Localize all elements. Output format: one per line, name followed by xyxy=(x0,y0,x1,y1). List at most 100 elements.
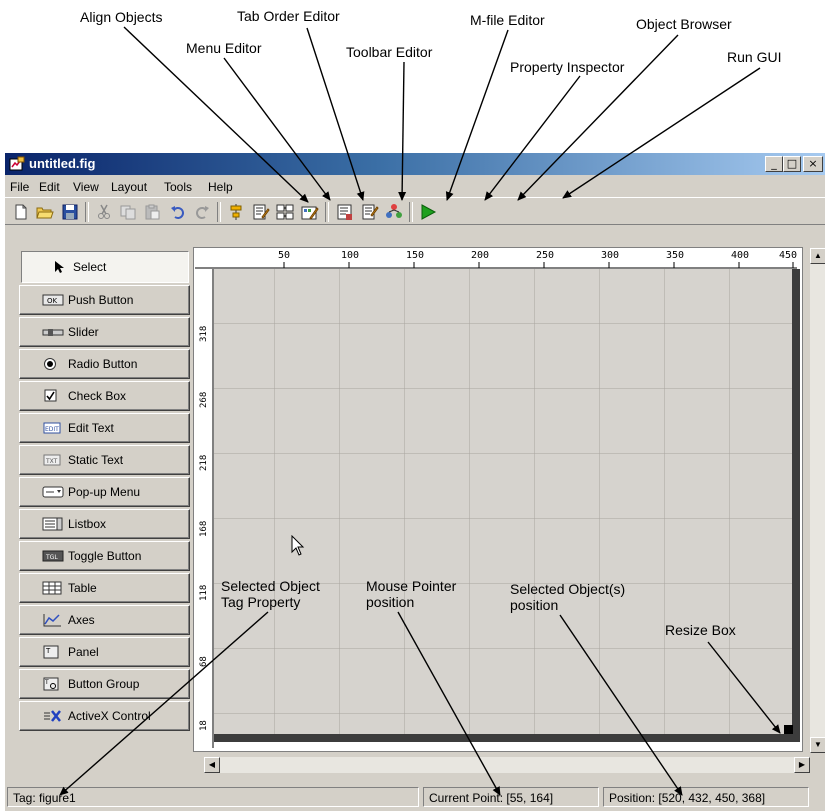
close-button[interactable]: × xyxy=(803,156,823,172)
palette-label: Button Group xyxy=(68,677,140,691)
ruler-tick: 300 xyxy=(601,250,620,261)
run-gui-icon[interactable] xyxy=(419,203,437,221)
ruler-tick: 450 xyxy=(779,250,798,261)
ruler-horizontal: 50 100 150 200 250 300 350 400 450 xyxy=(195,248,797,269)
menu-edit[interactable]: Edit xyxy=(39,180,60,194)
status-tag: Tag: figure1 xyxy=(7,787,419,807)
maximize-button[interactable]: □ xyxy=(783,156,801,172)
palette-label: Axes xyxy=(68,613,95,627)
ruler-tick: 18 xyxy=(199,720,209,731)
layout-grid[interactable] xyxy=(214,269,800,742)
tab-order-editor-icon[interactable] xyxy=(276,203,294,221)
ruler-tick: 268 xyxy=(199,391,209,408)
menu-view[interactable]: View xyxy=(73,180,99,194)
toolbar-separator xyxy=(85,202,89,222)
palette-label: Pop-up Menu xyxy=(68,485,141,499)
callout-resize-box: Resize Box xyxy=(665,622,736,638)
minimize-button[interactable]: _ xyxy=(765,156,783,172)
callout-mfile-editor: M-file Editor xyxy=(470,12,545,28)
save-icon[interactable] xyxy=(61,203,79,221)
undo-icon[interactable] xyxy=(169,203,187,221)
ruler-tick: 318 xyxy=(199,325,209,342)
toolbar-separator xyxy=(325,202,329,222)
ruler-tick: 68 xyxy=(199,656,209,667)
scroll-down-icon[interactable]: ▼ xyxy=(810,737,825,753)
new-icon[interactable] xyxy=(12,203,30,221)
panel-icon: T xyxy=(42,645,64,659)
palette-select-tool[interactable]: Select xyxy=(21,251,189,283)
palette-label: Toggle Button xyxy=(68,549,142,563)
select-label: Select xyxy=(73,260,107,274)
object-browser-icon[interactable] xyxy=(385,203,403,221)
menu-editor-icon[interactable] xyxy=(252,203,270,221)
palette-slider[interactable]: Slider xyxy=(19,317,190,347)
toolbar-editor-icon[interactable] xyxy=(301,203,319,221)
svg-text:EDIT: EDIT xyxy=(45,426,59,433)
palette-listbox[interactable]: Listbox xyxy=(19,509,190,539)
callout-menu-editor: Menu Editor xyxy=(186,40,262,56)
ruler-vertical: 318 268 218 168 118 68 18 xyxy=(195,269,214,748)
listbox-icon xyxy=(42,517,64,531)
menu-file[interactable]: File xyxy=(10,180,29,194)
palette-label: Push Button xyxy=(68,293,134,307)
scroll-right-icon[interactable]: ▶ xyxy=(794,757,810,773)
menu-help[interactable]: Help xyxy=(208,180,233,194)
toolbar-separator xyxy=(409,202,413,222)
ruler-tick: 100 xyxy=(341,250,360,261)
palette-label: Static Text xyxy=(68,453,124,467)
palette-label: Edit Text xyxy=(68,421,114,435)
mouse-pointer-icon xyxy=(291,534,307,562)
palette-static-text[interactable]: TXT Static Text xyxy=(19,445,190,475)
ruler-tick: 200 xyxy=(471,250,490,261)
palette-label: Listbox xyxy=(68,517,107,531)
guide-window: untitled.fig _ □ × File Edit View Layout… xyxy=(5,153,825,811)
check-box-icon xyxy=(42,389,64,403)
title-bar[interactable]: untitled.fig _ □ × xyxy=(5,153,825,175)
ruler-tick: 118 xyxy=(199,584,209,601)
menu-tools[interactable]: Tools xyxy=(164,180,192,194)
scroll-up-icon[interactable]: ▲ xyxy=(810,248,825,264)
mfile-editor-icon[interactable] xyxy=(336,203,354,221)
svg-text:OK: OK xyxy=(47,297,58,305)
palette-button-group[interactable]: T Button Group xyxy=(19,669,190,699)
palette-radio-button[interactable]: Radio Button xyxy=(19,349,190,379)
palette-label: Radio Button xyxy=(68,357,138,371)
palette-edit-text[interactable]: EDIT Edit Text xyxy=(19,413,190,443)
ruler-tick: 250 xyxy=(536,250,555,261)
callout-run-gui: Run GUI xyxy=(727,49,782,65)
vertical-scrollbar[interactable]: ▲ ▼ xyxy=(810,248,825,753)
cut-icon[interactable] xyxy=(95,203,113,221)
resize-box[interactable] xyxy=(784,725,793,734)
callout-selected-object-tag-2: Tag Property xyxy=(221,594,301,610)
edit-text-icon: EDIT xyxy=(42,421,64,435)
align-objects-icon[interactable] xyxy=(227,203,245,221)
menu-layout[interactable]: Layout xyxy=(111,180,147,194)
button-group-icon: T xyxy=(42,677,64,691)
palette-table[interactable]: Table xyxy=(19,573,190,603)
open-icon[interactable] xyxy=(36,203,54,221)
palette-label: Check Box xyxy=(68,389,127,403)
window-title: untitled.fig xyxy=(29,156,96,171)
copy-icon[interactable] xyxy=(119,203,137,221)
ruler-tick: 150 xyxy=(406,250,425,261)
palette-check-box[interactable]: Check Box xyxy=(19,381,190,411)
scroll-left-icon[interactable]: ◀ xyxy=(204,757,220,773)
axes-icon xyxy=(42,613,64,627)
status-position: Position: [520, 432, 450, 368] xyxy=(603,787,809,807)
palette-panel[interactable]: T Panel xyxy=(19,637,190,667)
ruler-tick: 400 xyxy=(731,250,750,261)
palette-popup-menu[interactable]: Pop-up Menu xyxy=(19,477,190,507)
palette-toggle-button[interactable]: TGL Toggle Button xyxy=(19,541,190,571)
paste-icon[interactable] xyxy=(143,203,161,221)
palette-axes[interactable]: Axes xyxy=(19,605,190,635)
property-inspector-icon[interactable] xyxy=(361,203,379,221)
svg-text:T: T xyxy=(45,647,51,655)
palette-push-button[interactable]: OK Push Button xyxy=(19,285,190,315)
palette-label: ActiveX Control xyxy=(68,709,151,723)
callout-selected-objects-pos-1: Selected Object(s) xyxy=(510,581,626,597)
horizontal-scrollbar[interactable]: ◀ ▶ xyxy=(204,757,810,773)
redo-icon[interactable] xyxy=(193,203,211,221)
palette-activex-control[interactable]: ActiveX Control xyxy=(19,701,190,731)
callout-toolbar-editor: Toolbar Editor xyxy=(346,44,433,60)
arrow-pointer-icon xyxy=(54,260,66,274)
